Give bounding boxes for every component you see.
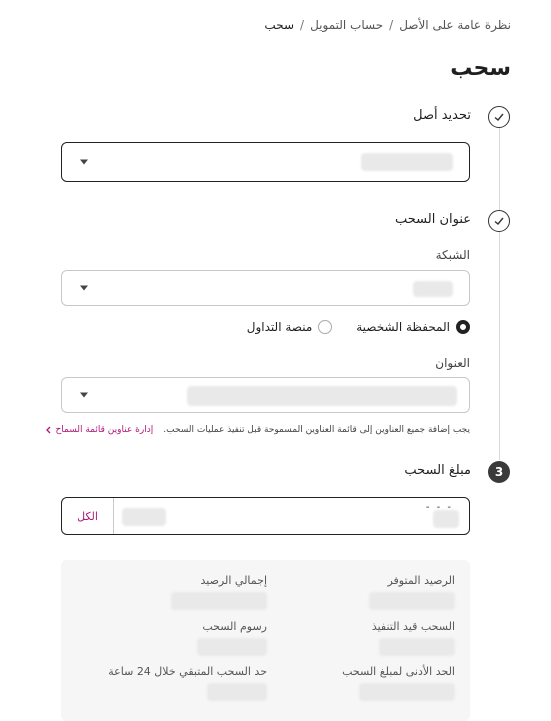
step-connector-line <box>499 232 500 460</box>
address-select[interactable] <box>61 377 470 413</box>
step-title-select-asset: تحديد أصل <box>413 108 471 123</box>
step-number-badge: 3 <box>488 461 510 483</box>
asset-select[interactable] <box>61 142 470 182</box>
radio-label: منصة التداول <box>246 320 313 334</box>
min-amount-label: الحد الأدنى لمبلغ السحب <box>342 665 455 678</box>
network-label: الشبكة <box>435 248 470 262</box>
remaining-limit-value <box>207 683 267 701</box>
step-complete-check-icon <box>488 106 510 128</box>
amount-input[interactable]: الكل - - - <box>61 497 470 535</box>
manage-whitelist-link-label: إدارة عناوين قائمة السماح <box>55 425 154 435</box>
amount-currency-redacted <box>122 508 166 526</box>
manage-whitelist-link[interactable]: إدارة عناوين قائمة السماح <box>45 425 153 435</box>
total-balance-value <box>171 592 267 610</box>
address-label: العنوان <box>435 356 470 370</box>
page-title: سحب <box>450 56 511 81</box>
radio-unchecked-icon <box>318 320 333 334</box>
breadcrumb-separator: / <box>389 18 394 32</box>
chevron-down-icon <box>80 285 88 291</box>
step-title-withdraw-address: عنوان السحب <box>394 212 471 227</box>
total-balance-label: إجمالي الرصيد <box>200 574 268 587</box>
breadcrumb-funding-account[interactable]: حساب التمويل <box>310 18 383 32</box>
max-amount-button[interactable]: الكل <box>62 498 114 534</box>
breadcrumb: نظرة عامة على الأصل / حساب التمويل / سحب <box>264 18 511 32</box>
radio-exchange[interactable]: منصة التداول <box>246 320 333 334</box>
min-amount-value <box>359 683 455 701</box>
network-select[interactable] <box>61 270 470 306</box>
amount-placeholder-dashes: - - - <box>425 502 453 513</box>
amount-field[interactable]: - - - <box>114 498 469 534</box>
step-connector-line <box>499 128 500 211</box>
radio-checked-icon <box>456 320 470 334</box>
withdraw-summary-panel: الرصيد المتوفر إجمالي الرصيد السحب قيد ا… <box>61 560 470 721</box>
breadcrumb-asset-overview[interactable]: نظرة عامة على الأصل <box>399 18 511 32</box>
chevron-down-icon <box>80 159 88 165</box>
radio-personal-wallet[interactable]: المحفظة الشخصية <box>356 320 470 334</box>
address-value-redacted <box>187 386 457 406</box>
chevron-left-icon <box>46 426 51 434</box>
whitelist-hint-row: يجب إضافة جميع العناوين إلى قائمة العناو… <box>46 425 470 435</box>
withdrawal-fee-label: رسوم السحب <box>202 620 267 633</box>
asset-value-redacted <box>361 153 453 171</box>
available-balance-value <box>369 592 455 610</box>
withdrawal-fee-value <box>197 638 267 656</box>
breadcrumb-separator: / <box>300 18 305 32</box>
step-title-withdraw-amount: مبلغ السحب <box>404 463 471 478</box>
pending-withdrawal-value <box>379 638 455 656</box>
network-value-redacted <box>413 281 453 297</box>
pending-withdrawal-label: السحب قيد التنفيذ <box>371 620 455 633</box>
step-complete-check-icon <box>488 210 510 232</box>
radio-label: المحفظة الشخصية <box>356 320 450 334</box>
remaining-limit-label: حد السحب المتبقي خلال 24 ساعة <box>108 665 267 678</box>
wallet-type-radio-group: المحفظة الشخصية منصة التداول <box>247 320 470 334</box>
breadcrumb-current: سحب <box>264 18 295 32</box>
chevron-down-icon <box>80 392 88 398</box>
available-balance-label: الرصيد المتوفر <box>387 574 455 587</box>
whitelist-hint-text: يجب إضافة جميع العناوين إلى قائمة العناو… <box>163 425 470 435</box>
